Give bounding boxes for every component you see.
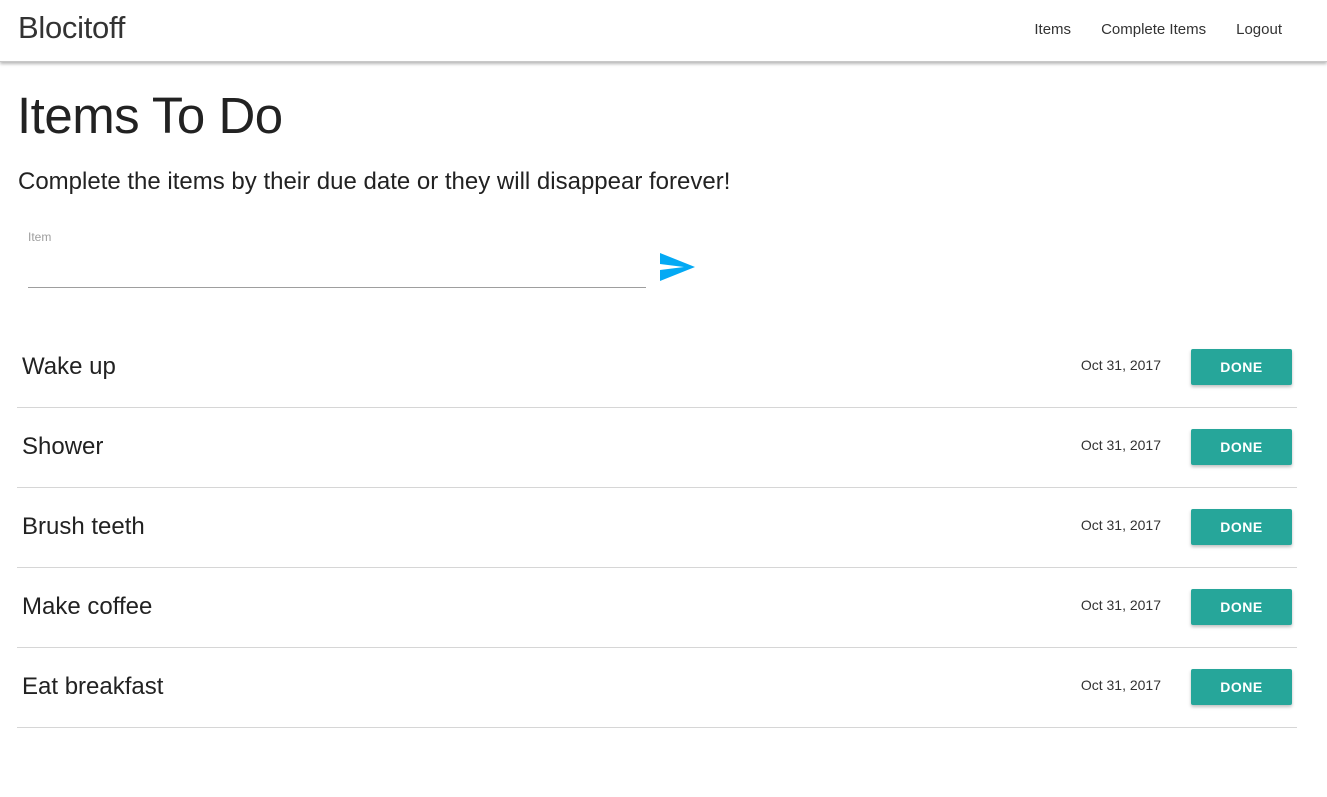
send-icon — [660, 253, 695, 281]
done-button[interactable]: DONE — [1191, 429, 1292, 465]
item-name: Shower — [22, 433, 104, 460]
navbar: Blocitoff Items Complete Items Logout — [0, 0, 1327, 62]
brand-logo[interactable]: Blocitoff — [18, 10, 125, 46]
nav-link-items[interactable]: Items — [1034, 21, 1071, 38]
list-item: Shower Oct 31, 2017 DONE — [17, 408, 1297, 488]
page-subtitle: Complete the items by their due date or … — [18, 168, 731, 195]
nav-links: Items Complete Items Logout — [1034, 21, 1282, 38]
item-input[interactable] — [28, 255, 646, 288]
list-item: Make coffee Oct 31, 2017 DONE — [17, 568, 1297, 648]
send-button[interactable] — [657, 251, 697, 283]
item-due-date: Oct 31, 2017 — [1080, 357, 1161, 373]
item-field-label: Item — [28, 230, 52, 244]
list-item: Eat breakfast Oct 31, 2017 DONE — [17, 648, 1297, 728]
item-due-date: Oct 31, 2017 — [1080, 677, 1161, 693]
item-due-date: Oct 31, 2017 — [1080, 517, 1161, 533]
nav-link-logout[interactable]: Logout — [1236, 21, 1282, 38]
done-button[interactable]: DONE — [1191, 589, 1292, 625]
list-item: Wake up Oct 31, 2017 DONE — [17, 328, 1297, 408]
item-name: Make coffee — [22, 593, 153, 620]
item-name: Eat breakfast — [22, 673, 164, 700]
item-name: Wake up — [22, 353, 116, 380]
list-item: Brush teeth Oct 31, 2017 DONE — [17, 488, 1297, 568]
item-due-date: Oct 31, 2017 — [1080, 437, 1161, 453]
done-button[interactable]: DONE — [1191, 349, 1292, 385]
item-due-date: Oct 31, 2017 — [1080, 597, 1161, 613]
item-list: Wake up Oct 31, 2017 DONE Shower Oct 31,… — [17, 328, 1297, 728]
done-button[interactable]: DONE — [1191, 669, 1292, 705]
nav-link-complete-items[interactable]: Complete Items — [1101, 21, 1206, 38]
page-title: Items To Do — [17, 87, 283, 144]
item-name: Brush teeth — [22, 513, 145, 540]
done-button[interactable]: DONE — [1191, 509, 1292, 545]
